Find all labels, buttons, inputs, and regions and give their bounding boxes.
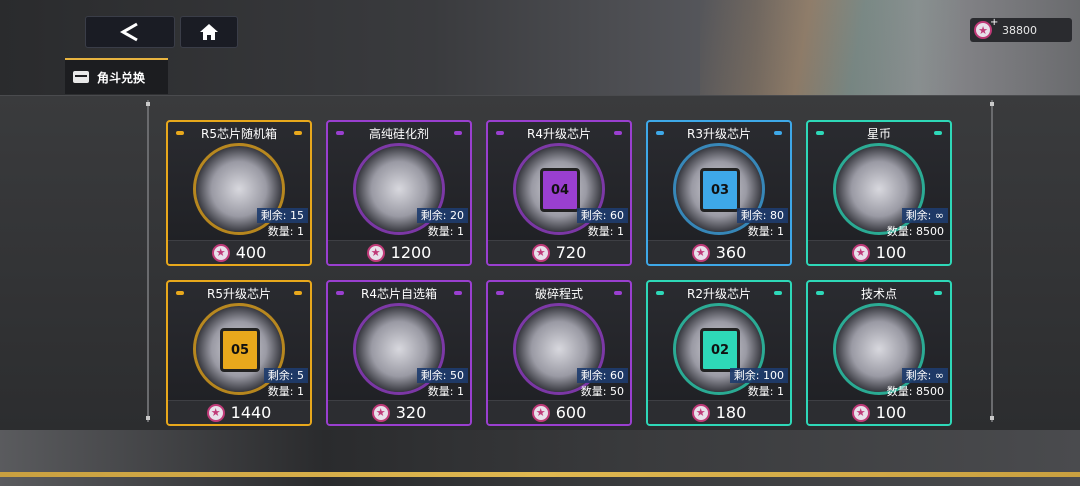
item-quantity: 数量: 1 [427, 385, 464, 398]
shop-item-grid: R5芯片随机箱 剩余: 15 数量: 1 ★ 400 高纯硅化剂 剩余: 20 … [166, 120, 952, 426]
back-button[interactable] [85, 16, 175, 48]
item-name: 破碎程式 [534, 286, 583, 301]
price-value: 180 [715, 403, 747, 422]
item-price: ★ 360 [648, 240, 790, 264]
shop-item-card[interactable]: 破碎程式 剩余: 60 数量: 50 ★ 600 [486, 280, 632, 426]
price-value: 400 [235, 243, 267, 262]
item-quantity: 数量: 1 [747, 385, 784, 398]
item-quantity: 数量: 8500 [886, 225, 944, 238]
item-name: 技术点 [860, 286, 897, 301]
price-value: 320 [395, 403, 427, 422]
item-price: ★ 1200 [328, 240, 470, 264]
item-quantity: 数量: 1 [267, 225, 304, 238]
star-token-icon: ★ [211, 243, 230, 262]
price-value: 100 [875, 403, 907, 422]
item-price: ★ 1440 [168, 400, 310, 424]
item-remaining: 剩余: ∞ [901, 368, 948, 383]
shop-item-card[interactable]: R4芯片自选箱 剩余: 50 数量: 1 ★ 320 [326, 280, 472, 426]
tab-label: 角斗兑换 [97, 70, 146, 85]
item-name: R2升级芯片 [687, 286, 751, 301]
star-token-icon: ★ [691, 243, 710, 262]
star-token-icon: ★ [371, 403, 390, 422]
price-value: 1440 [230, 403, 272, 422]
card-icon [73, 71, 89, 83]
item-remaining: 剩余: 60 [576, 368, 628, 383]
item-price: ★ 100 [808, 400, 950, 424]
item-price: ★ 320 [328, 400, 470, 424]
chip-level-label: 05 [220, 328, 260, 372]
accent-strip [0, 472, 1080, 477]
item-name: R4升级芯片 [527, 126, 591, 141]
item-price: ★ 720 [488, 240, 630, 264]
star-token-icon: ★ [531, 403, 550, 422]
item-name: 高纯硅化剂 [368, 126, 429, 141]
home-icon [200, 24, 218, 40]
left-rail [146, 100, 150, 422]
item-name: R3升级芯片 [687, 126, 751, 141]
item-price: ★ 400 [168, 240, 310, 264]
star-token-icon: ★ + [974, 17, 998, 39]
item-remaining: 剩余: 5 [263, 368, 308, 383]
star-token-icon: ★ [691, 403, 710, 422]
item-name: R5升级芯片 [207, 286, 271, 301]
currency-display: ★ + 38800 [970, 17, 1072, 42]
currency-value: 38800 [1002, 23, 1037, 37]
item-remaining: 剩余: 50 [416, 368, 468, 383]
shop-item-card[interactable]: 高纯硅化剂 剩余: 20 数量: 1 ★ 1200 [326, 120, 472, 266]
price-value: 360 [715, 243, 747, 262]
item-price: ★ 600 [488, 400, 630, 424]
chip-level-label: 02 [700, 328, 740, 372]
item-quantity: 数量: 1 [747, 225, 784, 238]
footer-background [0, 430, 1080, 486]
price-value: 100 [875, 243, 907, 262]
item-quantity: 数量: 1 [267, 385, 304, 398]
chip-level-label: 04 [540, 168, 580, 212]
back-arrow-icon [119, 22, 138, 42]
shop-item-card[interactable]: R5芯片随机箱 剩余: 15 数量: 1 ★ 400 [166, 120, 312, 266]
chip-level-label: 03 [700, 168, 740, 212]
item-name: 星币 [866, 126, 891, 141]
item-price: ★ 180 [648, 400, 790, 424]
shop-item-card[interactable]: R4升级芯片 04 剩余: 60 数量: 1 ★ 720 [486, 120, 632, 266]
item-remaining: 剩余: 80 [736, 208, 788, 223]
item-remaining: 剩余: ∞ [901, 208, 948, 223]
tab-arena-exchange[interactable]: 角斗兑换 [65, 58, 168, 94]
home-button[interactable] [180, 16, 238, 48]
item-price: ★ 100 [808, 240, 950, 264]
right-rail [990, 100, 994, 422]
item-quantity: 数量: 1 [587, 225, 624, 238]
price-value: 600 [555, 403, 587, 422]
item-remaining: 剩余: 20 [416, 208, 468, 223]
item-remaining: 剩余: 15 [256, 208, 308, 223]
item-remaining: 剩余: 60 [576, 208, 628, 223]
item-quantity: 数量: 8500 [886, 385, 944, 398]
shop-item-card[interactable]: 星币 剩余: ∞ 数量: 8500 ★ 100 [806, 120, 952, 266]
shop-item-card[interactable]: 技术点 剩余: ∞ 数量: 8500 ★ 100 [806, 280, 952, 426]
shop-item-card[interactable]: R5升级芯片 05 剩余: 5 数量: 1 ★ 1440 [166, 280, 312, 426]
price-value: 720 [555, 243, 587, 262]
shop-item-card[interactable]: R3升级芯片 03 剩余: 80 数量: 1 ★ 360 [646, 120, 792, 266]
star-token-icon: ★ [206, 403, 225, 422]
item-name: R4芯片自选箱 [361, 286, 437, 301]
star-token-icon: ★ [851, 243, 870, 262]
star-token-icon: ★ [531, 243, 550, 262]
item-quantity: 数量: 50 [580, 385, 624, 398]
shop-item-card[interactable]: R2升级芯片 02 剩余: 100 数量: 1 ★ 180 [646, 280, 792, 426]
item-quantity: 数量: 1 [427, 225, 464, 238]
item-remaining: 剩余: 100 [729, 368, 788, 383]
star-token-icon: ★ [851, 403, 870, 422]
item-name: R5芯片随机箱 [201, 126, 277, 141]
star-token-icon: ★ [366, 243, 385, 262]
price-value: 1200 [390, 243, 432, 262]
